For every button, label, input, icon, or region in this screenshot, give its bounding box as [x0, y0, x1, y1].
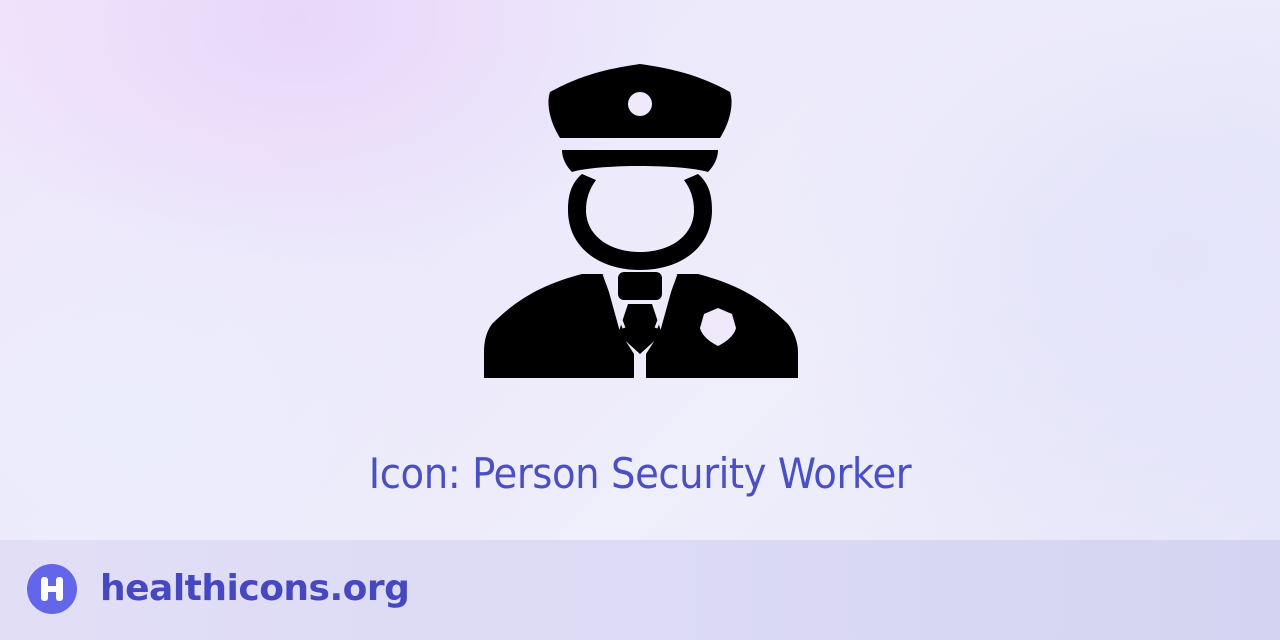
site-name-link[interactable]: healthicons.org: [100, 564, 410, 614]
person-security-worker-icon: [482, 62, 800, 380]
footer-bar: healthicons.org: [0, 540, 1280, 640]
healthicons-logo-icon[interactable]: [27, 564, 77, 614]
page-title: Icon: Person Security Worker: [368, 449, 912, 498]
